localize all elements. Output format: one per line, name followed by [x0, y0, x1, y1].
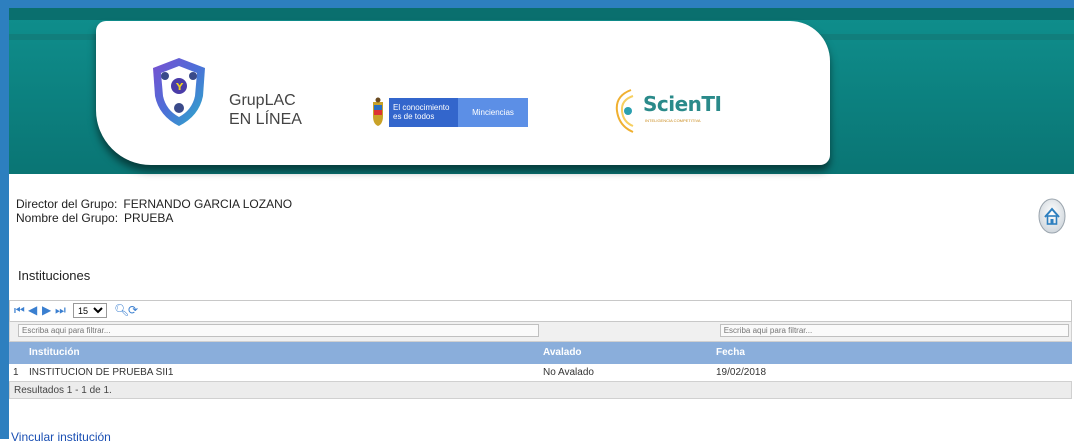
group-name-label: Nombre del Grupo:	[16, 211, 119, 225]
app-name-line1: GrupLAC	[229, 92, 296, 109]
row-institucion: INSTITUCION DE PRUEBA SII1	[29, 367, 174, 378]
scienti-name: ScienTI	[643, 92, 722, 116]
filter-cell-institucion	[10, 322, 539, 341]
grid-header: Institución Avalado Fecha	[9, 342, 1072, 364]
logo-card: Y GrupLAC EN LÍNEA El conocimiento es de…	[96, 21, 830, 165]
column-header-institucion[interactable]: Institución	[25, 342, 539, 364]
table-row[interactable]: 1 INSTITUCION DE PRUEBA SII1 No Avalado …	[9, 364, 1072, 381]
page-size-select[interactable]: 15	[73, 303, 107, 318]
institutions-grid: ⏮ ◀ ▶ ⏭ 15 🔍︎ ⟳ Institución Avalado Fech…	[9, 300, 1072, 399]
director-value: FERNANDO GARCIA LOZANO	[123, 197, 293, 211]
director-row: Director del Grupo: FERNANDO GARCIA LOZAN…	[16, 197, 292, 211]
gov-text-line2: es de todos	[393, 112, 435, 121]
scienti-subtitle: INTELIGENCIA COMPETITIVA	[645, 118, 701, 123]
filter-cell-avalado	[539, 322, 712, 341]
first-page-icon[interactable]: ⏮	[14, 303, 25, 317]
header-banner: Y GrupLAC EN LÍNEA El conocimiento es de…	[9, 8, 1074, 174]
group-info: Director del Grupo: FERNANDO GARCIA LOZAN…	[16, 197, 292, 225]
row-fecha: 19/02/2018	[716, 367, 767, 378]
column-header-fecha[interactable]: Fecha	[712, 342, 1072, 364]
gov-text-line1: El conocimiento	[393, 103, 450, 112]
row-avalado: No Avalado	[543, 367, 594, 378]
gruplac-logo-icon: Y	[153, 58, 205, 126]
app-name-line2: EN LÍNEA	[229, 111, 302, 128]
section-title: Instituciones	[18, 268, 91, 283]
filter-institucion-input[interactable]	[18, 324, 539, 337]
svg-text:Y: Y	[175, 82, 184, 93]
home-button[interactable]	[1038, 197, 1066, 237]
filter-cell-fecha	[712, 322, 1071, 341]
group-name-value: PRUEBA	[124, 211, 174, 225]
refresh-icon[interactable]: ⟳	[128, 303, 138, 317]
grid-toolbar: ⏮ ◀ ▶ ⏭ 15 🔍︎ ⟳	[9, 300, 1072, 322]
group-name-row: Nombre del Grupo: PRUEBA	[16, 211, 292, 225]
gruplac-logo-text: GrupLAC EN LÍNEA	[229, 91, 302, 129]
banner-stripe	[9, 8, 1074, 20]
colombia-crest-icon	[373, 97, 383, 126]
search-icon[interactable]: 🔍︎	[114, 303, 129, 317]
last-page-icon[interactable]: ⏭	[55, 303, 66, 317]
gov-slogan: El conocimiento es de todos	[389, 98, 458, 127]
next-page-icon[interactable]: ▶	[42, 303, 51, 317]
filter-fecha-input[interactable]	[719, 324, 1070, 337]
scienti-swirl-icon	[615, 89, 634, 133]
window-top-border	[0, 0, 1074, 8]
results-footer: Resultados 1 - 1 de 1.	[9, 381, 1072, 399]
row-number: 1	[13, 367, 19, 378]
column-header-num	[9, 342, 25, 364]
government-logo: El conocimiento es de todos Minciencias	[371, 96, 531, 129]
filter-row	[9, 322, 1072, 342]
column-header-avalado[interactable]: Avalado	[539, 342, 712, 364]
scienti-logo: ScienTI INTELIGENCIA COMPETITIVA	[611, 86, 722, 136]
director-label: Director del Grupo:	[16, 197, 118, 211]
link-institution[interactable]: Vincular institución	[11, 430, 111, 444]
window-left-border	[0, 0, 9, 439]
ministry-name: Minciencias	[458, 98, 528, 127]
prev-page-icon[interactable]: ◀	[28, 303, 37, 317]
